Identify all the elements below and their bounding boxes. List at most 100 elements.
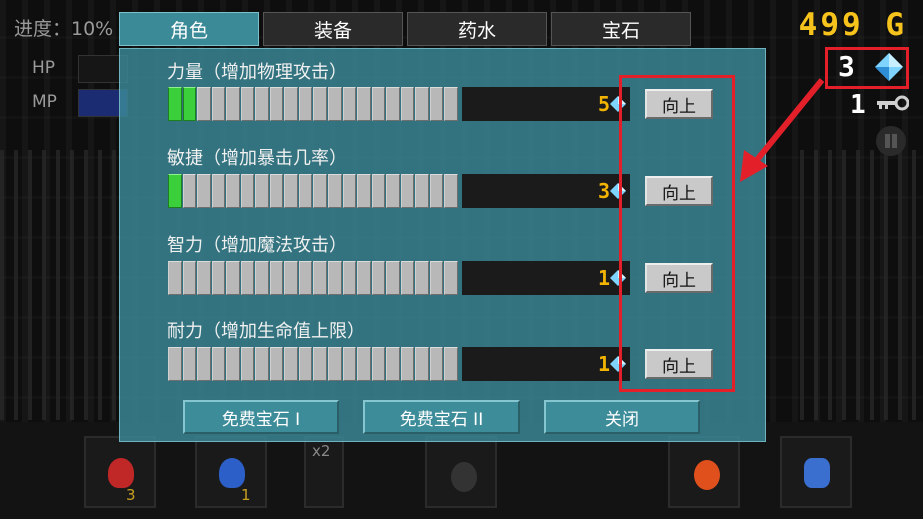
meter-segment: [444, 261, 458, 295]
meter-segment: [211, 261, 226, 295]
stat-intelligence-meter: [168, 261, 458, 295]
key-icon: [877, 95, 909, 111]
meter-segment: [240, 174, 255, 208]
meter-segment: [357, 87, 371, 121]
meter-segment: [371, 87, 386, 121]
meter-segment: [255, 174, 269, 208]
meter-segment: [168, 261, 182, 295]
ice-spell-icon: [804, 458, 830, 488]
meter-segment: [386, 87, 400, 121]
blue-potion-count: 1: [241, 486, 251, 504]
meter-segment: [284, 347, 298, 381]
meter-segment: [357, 347, 371, 381]
meter-segment: [429, 261, 444, 295]
key-counter: 1: [850, 90, 866, 120]
free-gem-1-button[interactable]: 免费宝石 I: [183, 400, 339, 434]
meter-segment: [269, 347, 284, 381]
hotbar-slot-red-potion[interactable]: 3: [84, 436, 156, 508]
meter-segment: [429, 347, 444, 381]
mp-label: MP: [32, 92, 57, 112]
bomb-icon: [451, 462, 477, 492]
meter-segment: [168, 347, 182, 381]
stat-agility-meter: [168, 174, 458, 208]
meter-segment: [298, 87, 313, 121]
x2-label: x2: [312, 442, 331, 460]
meter-segment: [182, 87, 197, 121]
upgrade-buttons-highlight: [619, 75, 735, 392]
meter-segment: [400, 347, 415, 381]
fireball-icon: [694, 460, 720, 490]
meter-segment: [226, 87, 240, 121]
stat-agility-label: 敏捷（增加暴击几率）: [167, 148, 347, 169]
tab-gems[interactable]: 宝石: [551, 12, 691, 46]
gem-counter: 3: [838, 50, 855, 83]
meter-segment: [313, 174, 328, 208]
meter-segment: [284, 87, 298, 121]
meter-segment: [313, 87, 328, 121]
stat-intelligence-value: 1: [597, 266, 610, 290]
stat-strength-label: 力量（增加物理攻击）: [167, 62, 347, 83]
close-button[interactable]: 关闭: [544, 400, 700, 434]
hotbar-slot-fireball[interactable]: [668, 436, 740, 508]
meter-segment: [415, 347, 429, 381]
tab-potions[interactable]: 药水: [407, 12, 547, 46]
meter-segment: [182, 174, 197, 208]
hotbar-slot-blue-potion[interactable]: 1: [195, 436, 267, 508]
meter-segment: [269, 174, 284, 208]
meter-segment: [298, 261, 313, 295]
meter-segment: [371, 261, 386, 295]
meter-segment: [168, 174, 182, 208]
free-gem-2-button[interactable]: 免费宝石 II: [363, 400, 520, 434]
meter-segment: [182, 261, 197, 295]
red-potion-icon: [108, 458, 134, 488]
meter-segment: [255, 87, 269, 121]
hp-label: HP: [32, 58, 56, 78]
meter-segment: [240, 87, 255, 121]
meter-segment: [357, 261, 371, 295]
tab-character[interactable]: 角色: [119, 12, 259, 46]
stat-agility-value: 3: [597, 179, 610, 203]
stat-stamina-label: 耐力（增加生命值上限）: [167, 321, 365, 342]
meter-segment: [211, 87, 226, 121]
meter-segment: [328, 87, 342, 121]
hotbar-slot-x2[interactable]: x2: [304, 436, 344, 508]
meter-segment: [328, 347, 342, 381]
stat-intelligence-value-box: 1: [462, 261, 630, 295]
meter-segment: [269, 261, 284, 295]
pause-icon[interactable]: [876, 126, 906, 156]
meter-segment: [197, 347, 211, 381]
meter-segment: [269, 87, 284, 121]
meter-segment: [182, 347, 197, 381]
hotbar-slot-bomb[interactable]: [425, 436, 497, 508]
meter-segment: [211, 347, 226, 381]
meter-segment: [415, 174, 429, 208]
meter-segment: [284, 261, 298, 295]
fence-right: [800, 150, 920, 420]
stat-agility-value-box: 3: [462, 174, 630, 208]
progress-label: 进度：10%: [14, 18, 114, 40]
meter-segment: [444, 174, 458, 208]
stat-strength-meter: [168, 87, 458, 121]
meter-segment: [342, 87, 357, 121]
meter-segment: [197, 174, 211, 208]
meter-segment: [255, 261, 269, 295]
meter-segment: [429, 87, 444, 121]
meter-segment: [342, 261, 357, 295]
stat-stamina-value-box: 1: [462, 347, 630, 381]
meter-segment: [168, 87, 182, 121]
meter-segment: [444, 87, 458, 121]
meter-segment: [386, 347, 400, 381]
meter-segment: [357, 174, 371, 208]
meter-segment: [226, 261, 240, 295]
meter-segment: [313, 261, 328, 295]
meter-segment: [386, 174, 400, 208]
hotbar-slot-ice[interactable]: [780, 436, 852, 508]
meter-segment: [298, 174, 313, 208]
fence-left: [0, 150, 120, 420]
stat-strength-value-box: 5: [462, 87, 630, 121]
meter-segment: [400, 87, 415, 121]
meter-segment: [342, 347, 357, 381]
red-potion-count: 3: [126, 486, 136, 504]
meter-segment: [284, 174, 298, 208]
tab-equipment[interactable]: 装备: [263, 12, 403, 46]
